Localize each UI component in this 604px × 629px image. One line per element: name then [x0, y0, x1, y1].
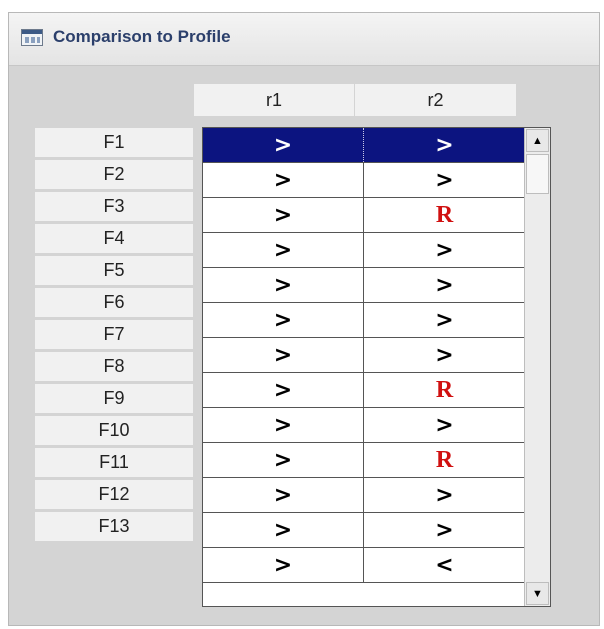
table-row[interactable]: > > [203, 163, 525, 198]
cell-value: > [273, 482, 293, 508]
comparison-window: Comparison to Profile r1 r2 F1 F2 F3 F4 F5 F6… [8, 12, 600, 626]
row-label-f7[interactable]: F7 [35, 320, 193, 352]
scrollbar-thumb[interactable] [526, 154, 549, 194]
cell-f12-r2[interactable]: > [364, 513, 525, 547]
cell-f3-r2[interactable]: R [364, 198, 525, 232]
cell-value: < [435, 552, 454, 578]
row-label-f5[interactable]: F5 [35, 256, 193, 288]
table-row[interactable]: > > [203, 128, 525, 163]
row-label-f6[interactable]: F6 [35, 288, 193, 320]
cell-value: > [273, 167, 293, 193]
cell-f9-r2[interactable]: > [364, 408, 525, 442]
row-label-f11[interactable]: F11 [35, 448, 193, 480]
table-row[interactable]: > > [203, 233, 525, 268]
cell-f7-r2[interactable]: > [364, 338, 525, 372]
cell-f5-r2[interactable]: > [364, 268, 525, 302]
column-header-r2[interactable]: r2 [355, 84, 516, 116]
table-window-icon [21, 29, 43, 46]
cell-f2-r2[interactable]: > [364, 163, 525, 197]
table-row[interactable]: > > [203, 338, 525, 373]
cell-value: > [273, 552, 293, 578]
cell-value: > [273, 342, 293, 368]
cell-value: > [435, 412, 454, 438]
cell-value: > [273, 202, 293, 228]
cell-f13-r1[interactable]: > [203, 548, 364, 582]
cell-f7-r1[interactable]: > [203, 338, 364, 372]
table-row[interactable]: > > [203, 268, 525, 303]
cell-value: > [435, 517, 454, 543]
cell-f1-r1[interactable]: > [203, 128, 364, 162]
cell-value: > [273, 447, 293, 473]
cell-value: R [435, 376, 454, 403]
cell-f9-r1[interactable]: > [203, 408, 364, 442]
cell-f4-r1[interactable]: > [203, 233, 364, 267]
cell-f12-r1[interactable]: > [203, 513, 364, 547]
cell-value: > [273, 517, 293, 543]
scroll-down-arrow-icon[interactable]: ▼ [526, 582, 549, 605]
cell-value: R [435, 201, 454, 228]
cell-value: > [435, 272, 454, 298]
row-label-f10[interactable]: F10 [35, 416, 193, 448]
title-bar: Comparison to Profile [9, 13, 599, 66]
cell-value: > [435, 167, 454, 193]
table-row[interactable]: > > [203, 408, 525, 443]
cell-f10-r2[interactable]: R [364, 443, 525, 477]
cell-f5-r1[interactable]: > [203, 268, 364, 302]
grid-cells: > > > > > R > > > > > > > > > R > > > R > > > > > < [203, 128, 525, 583]
cell-f4-r2[interactable]: > [364, 233, 525, 267]
cell-value: > [273, 377, 293, 403]
row-label-f13[interactable]: F13 [35, 512, 193, 544]
vertical-scrollbar[interactable]: ▲ ▼ [524, 128, 550, 606]
cell-f13-r2[interactable]: < [364, 548, 525, 582]
cell-value: > [273, 272, 293, 298]
cell-f11-r2[interactable]: > [364, 478, 525, 512]
row-label-f1[interactable]: F1 [35, 128, 193, 160]
cell-f6-r1[interactable]: > [203, 303, 364, 337]
window-title: Comparison to Profile [53, 27, 231, 46]
cell-f8-r2[interactable]: R [364, 373, 525, 407]
table-row[interactable]: > R [203, 198, 525, 233]
column-header-r1[interactable]: r1 [194, 84, 354, 116]
table-row[interactable]: > < [203, 548, 525, 583]
row-label-f4[interactable]: F4 [35, 224, 193, 256]
cell-value: > [273, 132, 293, 158]
cell-value: > [435, 237, 454, 263]
row-labels: F1 F2 F3 F4 F5 F6 F7 F8 F9 F10 F11 F12 F13 [35, 128, 193, 544]
cell-value: > [273, 307, 293, 333]
cell-f2-r1[interactable]: > [203, 163, 364, 197]
cell-f8-r1[interactable]: > [203, 373, 364, 407]
cell-f10-r1[interactable]: > [203, 443, 364, 477]
cell-f3-r1[interactable]: > [203, 198, 364, 232]
scroll-up-arrow-icon[interactable]: ▲ [526, 129, 549, 152]
row-label-f8[interactable]: F8 [35, 352, 193, 384]
cell-value: R [435, 446, 454, 473]
row-label-f12[interactable]: F12 [35, 480, 193, 512]
table-row[interactable]: > > [203, 513, 525, 548]
cell-value: > [435, 307, 454, 333]
cell-f11-r1[interactable]: > [203, 478, 364, 512]
table-row[interactable]: > R [203, 373, 525, 408]
row-label-f2[interactable]: F2 [35, 160, 193, 192]
table-row[interactable]: > > [203, 303, 525, 338]
cell-value: > [435, 342, 454, 368]
row-label-f9[interactable]: F9 [35, 384, 193, 416]
cell-value: > [435, 482, 454, 508]
comparison-grid[interactable]: > > > > > R > > > > > > > > > R > > > R > > > > > < ▲ ▼ [202, 127, 551, 607]
cell-value: > [435, 132, 454, 158]
table-row[interactable]: > > [203, 478, 525, 513]
row-label-f3[interactable]: F3 [35, 192, 193, 224]
cell-value: > [273, 412, 293, 438]
cell-f1-r2[interactable]: > [364, 128, 525, 162]
cell-f6-r2[interactable]: > [364, 303, 525, 337]
table-row[interactable]: > R [203, 443, 525, 478]
cell-value: > [273, 237, 293, 263]
